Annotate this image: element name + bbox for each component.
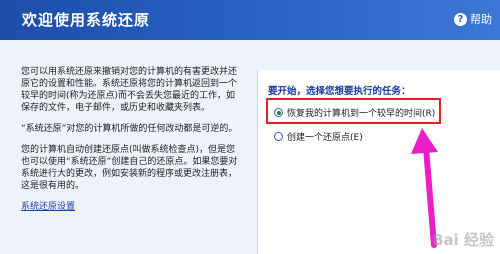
main-content: 您可以用系统还原来撤销对您的计算机的有害更改并还原它的设置和性能。系统还原将您的… bbox=[0, 40, 500, 254]
page-title: 欢迎使用系统还原 bbox=[22, 11, 151, 29]
option-create-restore-point[interactable]: 创建一个还原点(E) bbox=[274, 130, 363, 143]
watermark-text: Bai 经验 bbox=[432, 231, 494, 249]
option-create-restore-point-label: 创建一个还原点(E) bbox=[287, 133, 363, 143]
intro-paragraph-3: 您的计算机自动创建还原点(叫做系统检查点)，但是您也可以使用“系统还原”创建自己… bbox=[21, 145, 238, 191]
help-icon: ? bbox=[454, 12, 467, 26]
task-panel: 要开始，选择您想要执行的任务： 恢复我的计算机到一个较早的时间(R) 创建一个还… bbox=[257, 70, 500, 254]
radio-create-restore-point[interactable] bbox=[274, 132, 283, 141]
intro-text: 您可以用系统还原来撤销对您的计算机的有害更改并还原它的设置和性能。系统还原将您的… bbox=[21, 66, 241, 213]
help-label: 帮助 bbox=[470, 13, 492, 26]
restore-settings-link[interactable]: 系统还原设置 bbox=[21, 202, 75, 212]
option-restore-earlier[interactable]: 恢复我的计算机到一个较早的时间(R) bbox=[274, 106, 435, 119]
intro-paragraph-1: 您可以用系统还原来撤销对您的计算机的有害更改并还原它的设置和性能。系统还原将您的… bbox=[21, 67, 238, 113]
task-prompt: 要开始，选择您想要执行的任务： bbox=[268, 86, 411, 97]
radio-restore-earlier[interactable] bbox=[274, 108, 283, 117]
help-button[interactable]: ? 帮助 bbox=[454, 10, 492, 28]
option-restore-earlier-label: 恢复我的计算机到一个较早的时间(R) bbox=[287, 109, 436, 119]
intro-paragraph-2: “系统还原”对您的计算机所做的任何改动都是可逆的。 bbox=[21, 124, 238, 134]
title-banner: 欢迎使用系统还原 ? 帮助 bbox=[0, 0, 500, 40]
system-restore-window: 欢迎使用系统还原 ? 帮助 您可以用系统还原来撤销对您的计算机的有害更改并还原它… bbox=[0, 0, 500, 254]
